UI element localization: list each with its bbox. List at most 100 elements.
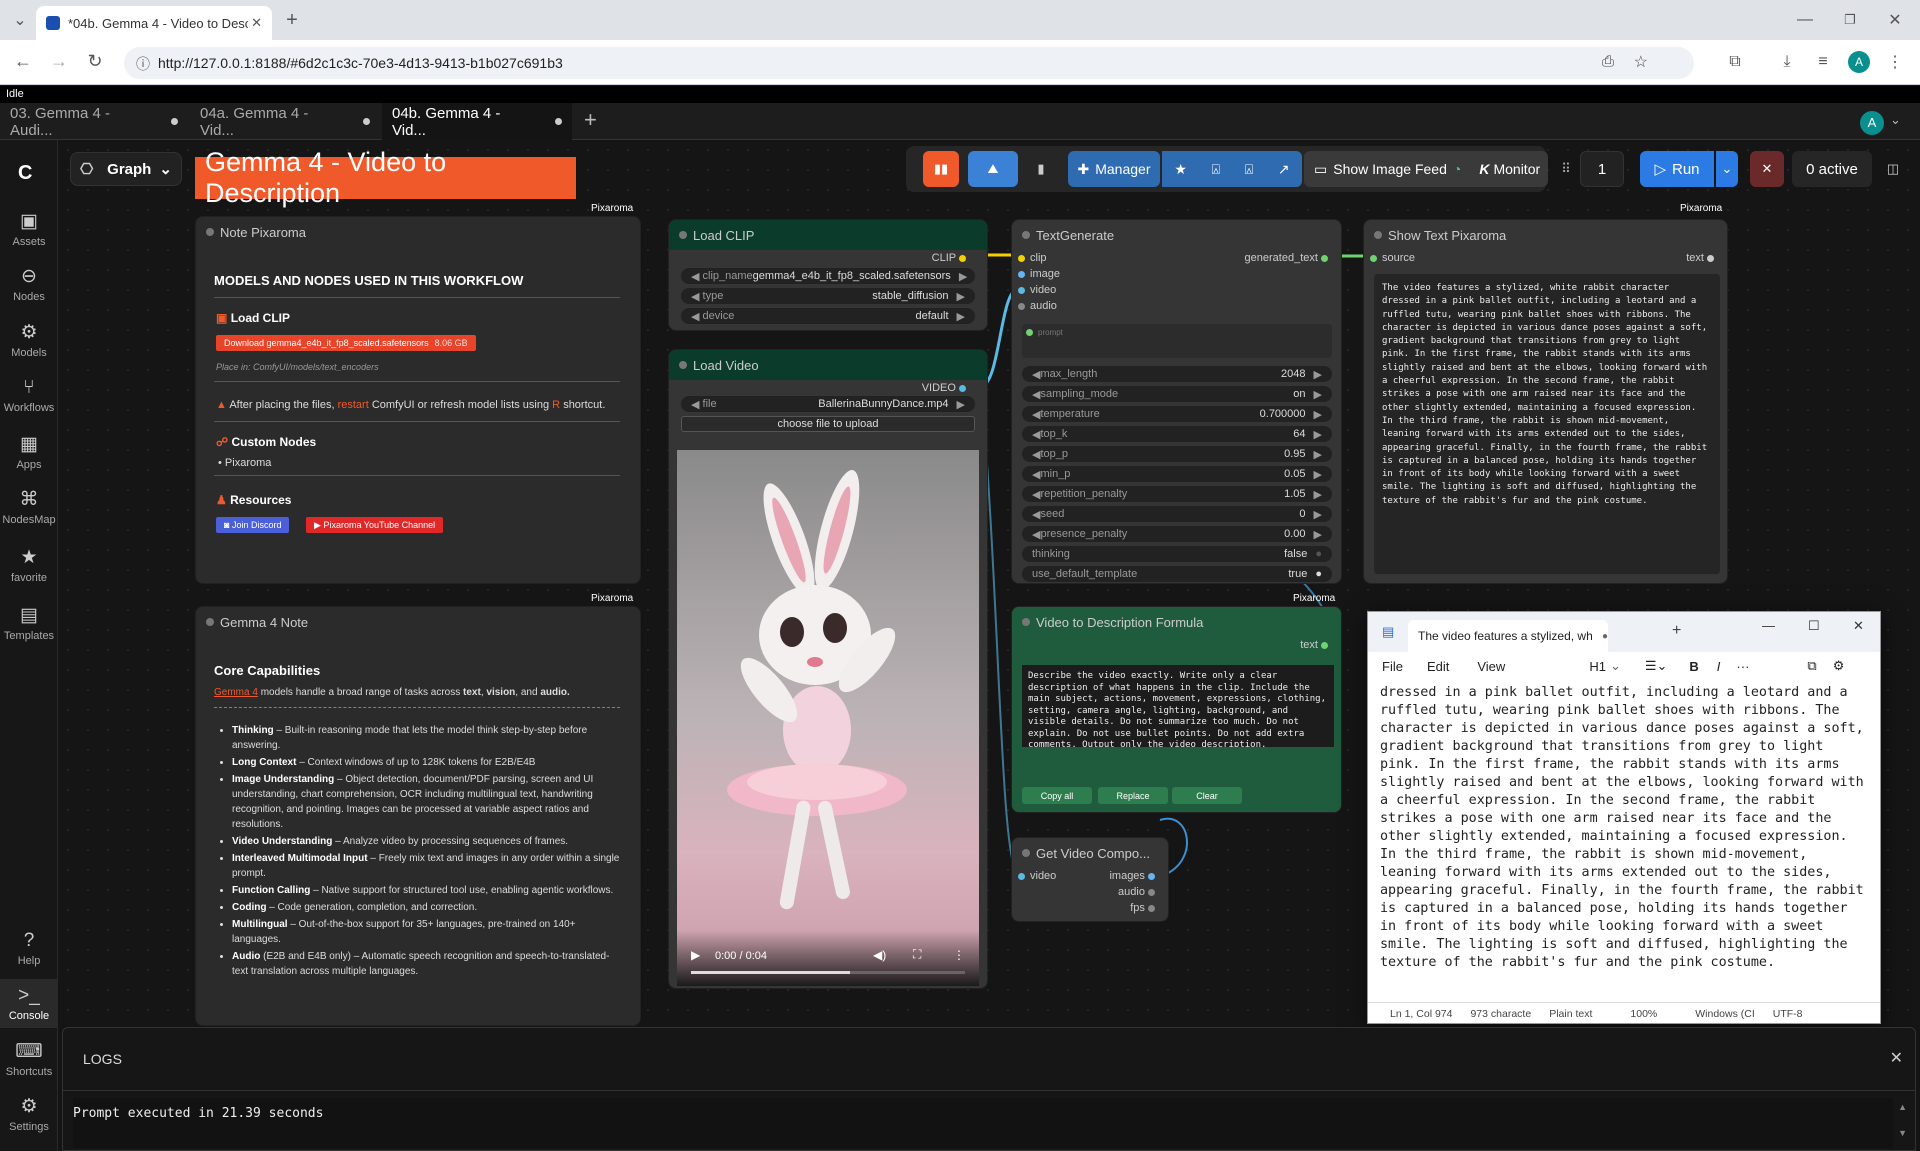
clip-port-dot[interactable]	[959, 254, 966, 262]
video-input[interactable]: video	[1018, 870, 1056, 882]
pixaroma-icon[interactable]: ▮▮	[923, 151, 959, 187]
replace-button[interactable]: Replace	[1098, 787, 1168, 804]
clip-output[interactable]: CLIP	[932, 252, 971, 264]
textgenerate-node[interactable]: TextGenerate clip image video audio gene…	[1011, 219, 1342, 584]
video-input[interactable]: video	[1018, 284, 1056, 296]
menu-file[interactable]: File	[1382, 659, 1403, 674]
feather-icon[interactable]: ⍓	[1212, 161, 1220, 178]
port-dot[interactable]	[1148, 872, 1155, 880]
star-icon[interactable]: ★	[1174, 161, 1187, 178]
widget-seed[interactable]: ◀ seed 0 ▶	[1022, 506, 1332, 522]
bookmark-icon[interactable]: ▮	[1028, 151, 1054, 187]
arrow-left-icon[interactable]: ◀	[1032, 368, 1040, 381]
menu-view[interactable]: View	[1477, 659, 1505, 674]
monitor-button[interactable]: Monitor	[1493, 161, 1540, 177]
arrow-left-icon[interactable]: ◀	[1032, 528, 1040, 541]
feather2-icon[interactable]: ⍓	[1245, 161, 1253, 178]
audio-output[interactable]: audio	[1118, 886, 1160, 898]
upload-button[interactable]: choose file to upload	[681, 416, 975, 432]
video-progress-bar[interactable]	[691, 971, 965, 974]
arrow-left-icon[interactable]: ◀	[1032, 488, 1040, 501]
text-output[interactable]: text	[1686, 252, 1719, 264]
more-options-icon[interactable]: ⋮	[953, 948, 965, 962]
port-dot[interactable]	[1018, 286, 1025, 294]
port-dot[interactable]	[1321, 254, 1328, 262]
generated-text-output[interactable]: generated_text	[1245, 252, 1333, 264]
note-pixaroma-node[interactable]: Note Pixaroma MODELS AND NODES USED IN T…	[195, 216, 641, 584]
menu-edit[interactable]: Edit	[1427, 659, 1449, 674]
device-widget[interactable]: ◀ device default ▶	[681, 308, 975, 324]
queue-count-input[interactable]: 1	[1580, 151, 1624, 187]
arrow-right-icon[interactable]: ▶	[957, 290, 965, 303]
arrow-right-icon[interactable]: ▶	[1314, 508, 1322, 521]
list-icon[interactable]: ☰⌄	[1645, 658, 1668, 674]
more-icon[interactable]: ···	[1736, 659, 1749, 674]
bold-icon[interactable]: B	[1689, 659, 1698, 674]
arrow-right-icon[interactable]: ▶	[957, 398, 965, 411]
text-output[interactable]: text	[1300, 639, 1333, 651]
arrow-left-icon[interactable]: ◀	[691, 310, 699, 323]
download-model-button[interactable]: Download gemma4_e4b_it_fp8_scaled.safete…	[216, 335, 476, 351]
widget-thinking[interactable]: thinking false ●	[1022, 546, 1332, 562]
source-input[interactable]: source	[1370, 252, 1415, 264]
arrow-right-icon[interactable]: ▶	[1314, 368, 1322, 381]
model-icon[interactable]: ⛰	[968, 151, 1018, 187]
notepad-editor[interactable]: dressed in a pink ballet outfit, includi…	[1380, 684, 1870, 984]
arrow-right-icon[interactable]: ▶	[1314, 428, 1322, 441]
port-dot[interactable]	[1370, 254, 1377, 262]
widget-use-default-template[interactable]: use_default_template true ●	[1022, 566, 1332, 582]
widget-sampling-mode[interactable]: ◀ sampling_mode on ▶	[1022, 386, 1332, 402]
gemma-note-node[interactable]: Gemma 4 Note Core Capabilities Gemma 4 m…	[195, 606, 641, 1026]
arrow-left-icon[interactable]: ◀	[1032, 428, 1040, 441]
drag-handle-icon[interactable]: ⠿	[1556, 151, 1576, 187]
clip-input[interactable]: clip	[1018, 252, 1047, 264]
notepad-tab[interactable]: The video features a stylized, whit ●	[1408, 620, 1608, 652]
port-dot[interactable]	[1018, 872, 1025, 880]
widget-presence-penalty[interactable]: ◀ presence_penalty 0.00 ▶	[1022, 526, 1332, 542]
formula-node[interactable]: Video to Description Formula text Descri…	[1011, 606, 1342, 813]
port-dot[interactable]	[1148, 888, 1155, 896]
italic-icon[interactable]: I	[1717, 659, 1721, 674]
fullscreen-icon[interactable]: ⛶	[913, 947, 921, 962]
clear-button[interactable]: Clear	[1172, 787, 1242, 804]
image-input[interactable]: image	[1018, 268, 1060, 280]
minimize-icon[interactable]: —	[1762, 618, 1775, 633]
active-queue-badge[interactable]: 0 active	[1792, 151, 1872, 187]
port-dot[interactable]	[1018, 270, 1025, 278]
get-video-components-node[interactable]: Get Video Compo... video images audio fp…	[1011, 837, 1169, 922]
prompt-input[interactable]: prompt	[1022, 324, 1332, 358]
volume-icon[interactable]: ◀)	[873, 948, 886, 962]
new-tab-icon[interactable]: +	[1672, 622, 1681, 640]
widget-temperature[interactable]: ◀ temperature 0.700000 ▶	[1022, 406, 1332, 422]
toggle-icon[interactable]: ●	[1315, 548, 1322, 560]
show-text-node[interactable]: Show Text Pixaroma source text The video…	[1363, 219, 1728, 584]
join-discord-button[interactable]: ◙ Join Discord	[216, 517, 290, 533]
clip-name-widget[interactable]: ◀ clip_name gemma4_e4b_it_fp8_scaled.safe…	[681, 268, 975, 284]
arrow-left-icon[interactable]: ◀	[1032, 408, 1040, 421]
audio-input[interactable]: audio	[1018, 300, 1057, 312]
port-dot[interactable]	[1321, 641, 1328, 649]
port-dot[interactable]	[1018, 302, 1025, 310]
port-dot[interactable]	[1018, 254, 1025, 262]
widget-top-p[interactable]: ◀ top_p 0.95 ▶	[1022, 446, 1332, 462]
video-output[interactable]: VIDEO	[922, 382, 971, 394]
fps-output[interactable]: fps	[1130, 902, 1160, 914]
arrow-left-icon[interactable]: ◀	[1032, 468, 1040, 481]
arrow-left-icon[interactable]: ◀	[691, 290, 699, 303]
toggle-icon[interactable]: ●	[1315, 568, 1322, 580]
arrow-right-icon[interactable]: ▶	[957, 310, 965, 323]
arrow-left-icon[interactable]: ◀	[1032, 388, 1040, 401]
video-port-dot[interactable]	[959, 384, 966, 392]
formula-textarea[interactable]: Describe the video exactly. Write only a…	[1022, 665, 1334, 747]
port-dot[interactable]	[1148, 904, 1155, 912]
manager-button[interactable]: ✚ Manager	[1068, 151, 1160, 187]
file-widget[interactable]: ◀ file BallerinaBunnyDance.mp4 ▶	[681, 396, 975, 412]
copilot-icon[interactable]: ⧉	[1807, 658, 1816, 674]
play-icon[interactable]: ▶	[691, 948, 700, 962]
arrow-left-icon[interactable]: ◀	[691, 398, 699, 411]
arrow-right-icon[interactable]: ▶	[959, 270, 967, 283]
cancel-run-icon[interactable]: ✕	[1750, 151, 1784, 187]
arrow-right-icon[interactable]: ▶	[1314, 528, 1322, 541]
feed-toggle-icon[interactable]: ◔	[1453, 161, 1461, 177]
toggle-panel-icon[interactable]: ◫	[1878, 151, 1908, 187]
